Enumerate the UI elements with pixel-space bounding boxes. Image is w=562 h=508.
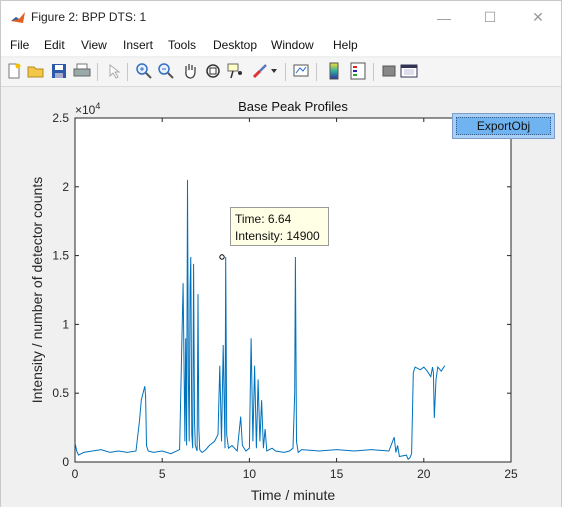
y-axis-label: Intensity / number of detector counts [29, 177, 45, 403]
x-tick-label: 10 [243, 467, 257, 481]
y-tick-label: 0.5 [52, 386, 69, 400]
datatip[interactable]: Time: 6.64 Intensity: 14900 [230, 207, 329, 246]
x-axis-label: Time / minute [251, 487, 335, 503]
datatip-time: Time: 6.64 [235, 212, 292, 226]
datatip-marker [219, 254, 225, 260]
y-tick-label: 0 [62, 455, 69, 469]
y-tick-label: 1 [62, 317, 69, 331]
export-obj-label: ExportObj [476, 119, 531, 133]
export-obj-button[interactable]: ExportObj [452, 113, 555, 139]
datatip-intensity: Intensity: 14900 [235, 229, 320, 243]
plot-svg: 0 5 10 15 20 25 0 0.5 1 1.5 2 2.5 Base Peak Profile… [29, 99, 518, 503]
x-tick-label: 15 [330, 467, 344, 481]
y-tick-label: 2 [62, 180, 69, 194]
chart-title: Base Peak Profiles [238, 99, 348, 114]
x-tick-label: 20 [417, 467, 431, 481]
figure-window: Figure 2: BPP DTS: 1 — ☐ ✕ File Edit Vie… [0, 0, 562, 507]
y-tick-label: 1.5 [52, 249, 69, 263]
x-tick-label: 25 [504, 467, 518, 481]
y-exponent-label: ×104 [75, 101, 100, 117]
x-tick-label: 0 [72, 467, 79, 481]
x-tick-label: 5 [159, 467, 166, 481]
y-tick-label: 2.5 [52, 111, 69, 125]
